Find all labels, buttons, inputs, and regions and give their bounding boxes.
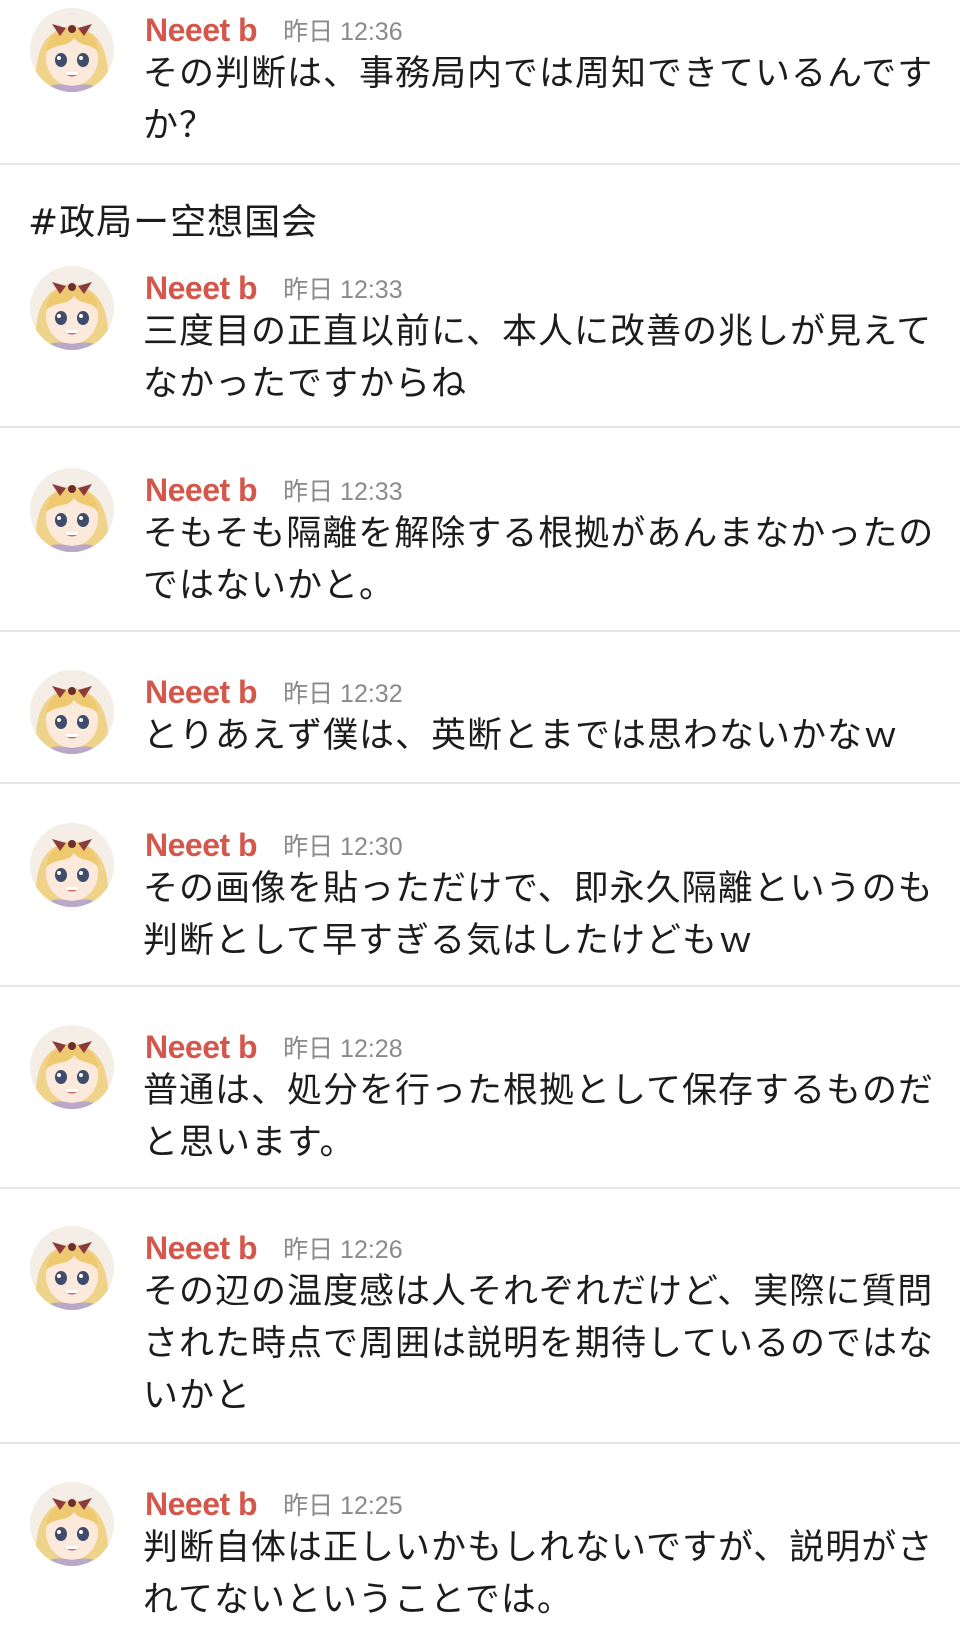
timestamp: 昨日 12:28 — [283, 1035, 403, 1063]
message-header: Neeet b 昨日 12:25 — [145, 1484, 403, 1524]
message-text: そもそも隔離を解除する根拠があんまなかったのではないかと。 — [143, 514, 935, 606]
message-header: Neeet b 昨日 12:28 — [145, 1027, 403, 1067]
message-item[interactable]: Neeet b 昨日 12:36 その判断は、事務局内では周知できているんですか… — [0, 0, 960, 165]
message-header: Neeet b 昨日 12:30 — [145, 825, 403, 865]
timestamp: 昨日 12:30 — [283, 833, 403, 861]
message-header: Neeet b 昨日 12:33 — [145, 470, 403, 510]
avatar[interactable] — [30, 670, 114, 754]
message-header: Neeet b 昨日 12:32 — [145, 672, 403, 712]
message-header: Neeet b 昨日 12:26 — [145, 1228, 403, 1268]
message-text: その判断は、事務局内では周知できているんですか？ — [143, 54, 934, 146]
timestamp: 昨日 12:33 — [283, 478, 403, 506]
timestamp: 昨日 12:33 — [283, 276, 403, 304]
username[interactable]: Neeet b — [145, 1027, 258, 1067]
message-text: その画像を貼っただけで、即永久隔離というのも判断として早すぎる気はしたけどもｗ — [143, 869, 934, 961]
avatar[interactable] — [30, 823, 114, 907]
username[interactable]: Neeet b — [145, 10, 258, 50]
avatar[interactable] — [30, 468, 114, 552]
message-item[interactable]: Neeet b 昨日 12:33 三度目の正直以前に、本人に改善の兆しが見えてな… — [0, 258, 960, 428]
username[interactable]: Neeet b — [145, 470, 258, 510]
message-header: Neeet b 昨日 12:36 — [145, 10, 403, 50]
username[interactable]: Neeet b — [145, 825, 258, 865]
message-item[interactable]: Neeet b 昨日 12:28 普通は、処分を行った根拠として保存するものだと… — [0, 1017, 960, 1189]
avatar[interactable] — [30, 8, 114, 92]
username[interactable]: Neeet b — [145, 672, 258, 712]
timestamp: 昨日 12:26 — [283, 1236, 403, 1264]
timestamp: 昨日 12:36 — [283, 18, 403, 46]
timestamp: 昨日 12:25 — [283, 1492, 403, 1520]
avatar[interactable] — [30, 1025, 114, 1109]
message-text: とりあえず僕は、英断とまでは思わないかなｗ — [143, 716, 900, 756]
message-text: 普通は、処分を行った根拠として保存するものだと思います。 — [143, 1071, 934, 1163]
message-text: その辺の温度感は人それぞれだけど、実際に質問された時点で周囲は説明を期待している… — [143, 1272, 934, 1416]
username[interactable]: Neeet b — [145, 268, 258, 308]
username[interactable]: Neeet b — [145, 1228, 258, 1268]
avatar[interactable] — [30, 266, 114, 350]
message-header: Neeet b 昨日 12:33 — [145, 268, 403, 308]
message-item[interactable]: Neeet b 昨日 12:30 その画像を貼っただけで、即永久隔離というのも判… — [0, 815, 960, 987]
channel-name[interactable]: #政局ー空想国会 — [28, 198, 318, 248]
avatar[interactable] — [30, 1226, 114, 1310]
message-item[interactable]: Neeet b 昨日 12:32 とりあえず僕は、英断とまでは思わないかなｗ — [0, 662, 960, 784]
avatar[interactable] — [30, 1482, 114, 1566]
message-text: 三度目の正直以前に、本人に改善の兆しが見えてなかったですからね — [143, 312, 933, 404]
message-item[interactable]: Neeet b 昨日 12:26 その辺の温度感は人それぞれだけど、実際に質問さ… — [0, 1218, 960, 1444]
username[interactable]: Neeet b — [145, 1484, 258, 1524]
message-item[interactable]: Neeet b 昨日 12:25 判断自体は正しいかもしれないですが、説明がされ… — [0, 1474, 960, 1635]
message-feed: Neeet b 昨日 12:36 その判断は、事務局内では周知できているんですか… — [0, 0, 960, 1635]
message-text: 判断自体は正しいかもしれないですが、説明がされてないということでは。 — [143, 1528, 934, 1620]
message-item[interactable]: Neeet b 昨日 12:33 そもそも隔離を解除する根拠があんまなかったので… — [0, 460, 960, 632]
timestamp: 昨日 12:32 — [283, 680, 403, 708]
